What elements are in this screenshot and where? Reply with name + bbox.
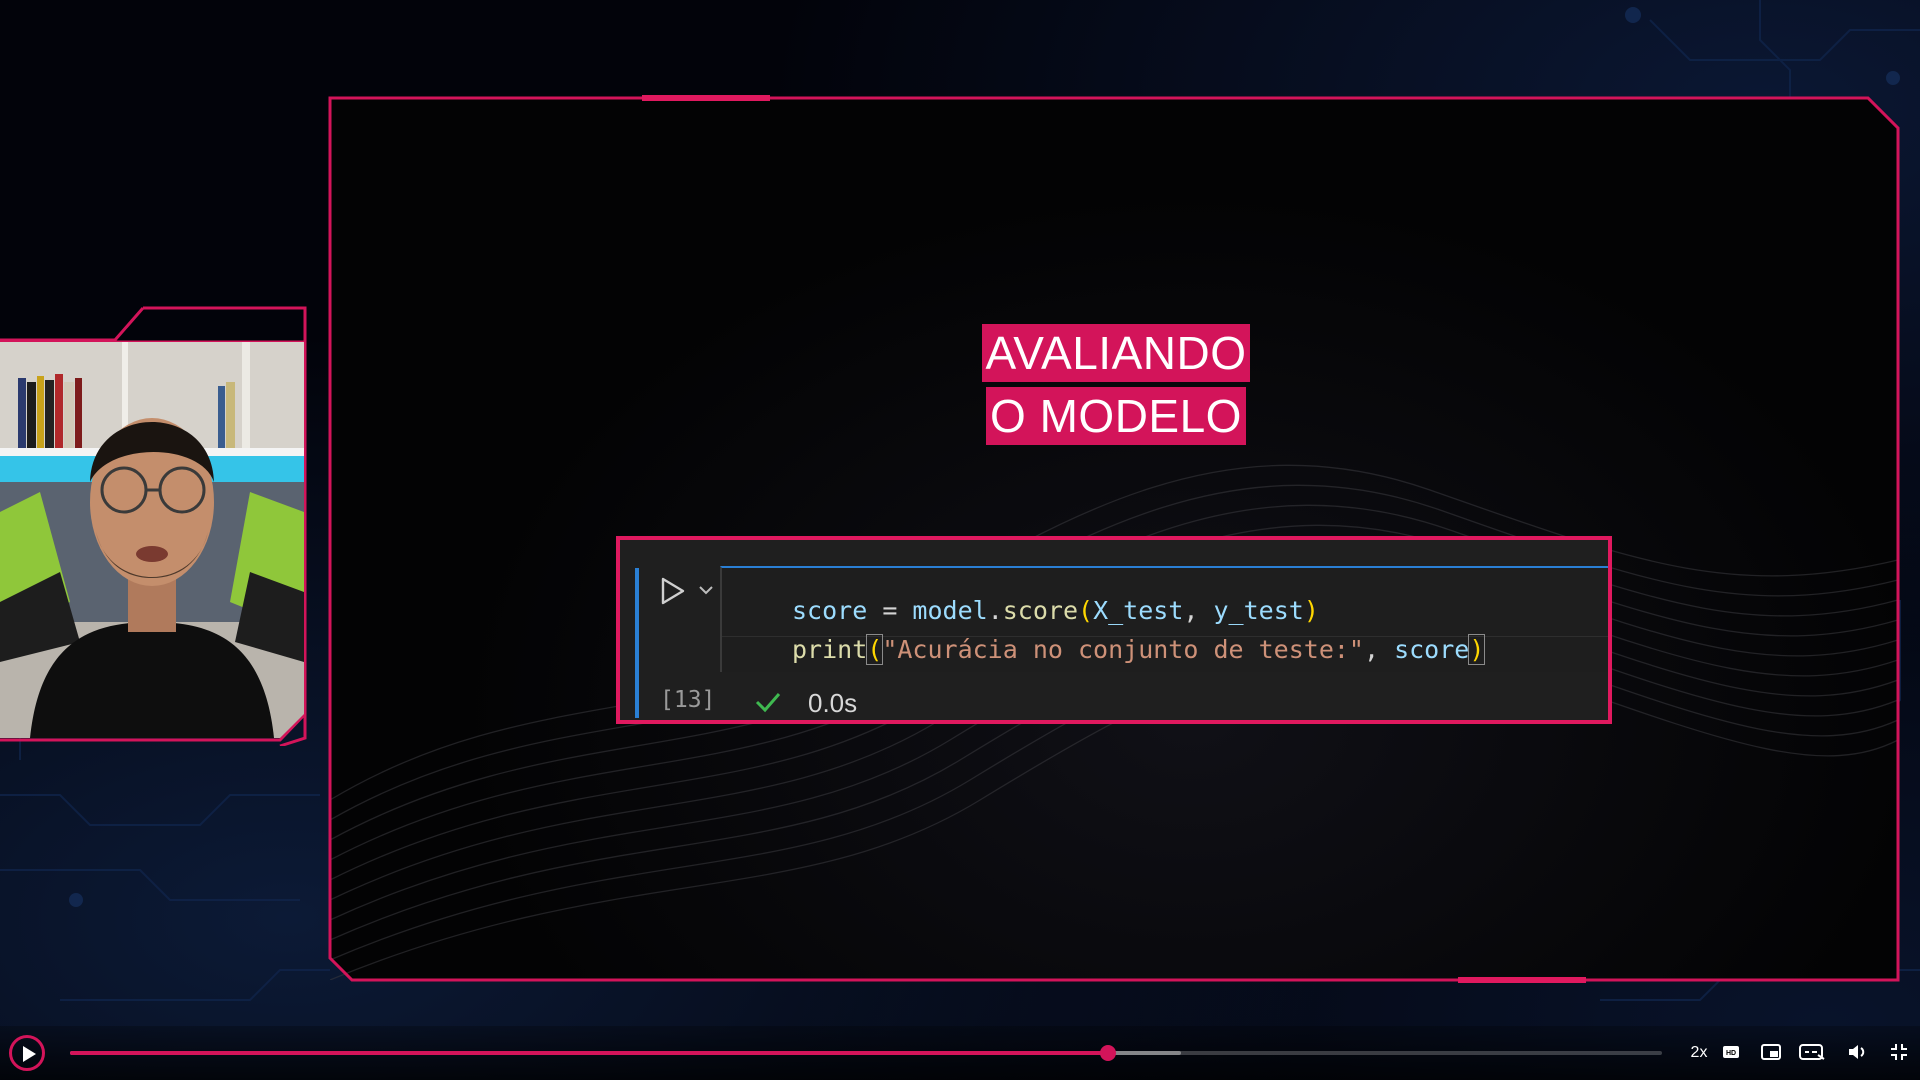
- webcam-feed: [0, 342, 304, 738]
- token: (: [1078, 596, 1094, 625]
- token: y_test: [1213, 596, 1304, 625]
- video-stage: AVALIANDO O MODELO [13] score = model.sc…: [0, 0, 1920, 1080]
- execution-count: [13]: [660, 687, 716, 713]
- token: model: [912, 596, 988, 625]
- token: .: [987, 596, 1003, 625]
- playback-speed-button[interactable]: 2x: [1682, 1040, 1716, 1066]
- token: print: [792, 635, 868, 664]
- slide-title-line-2: O MODELO: [986, 387, 1246, 445]
- svg-text:HD: HD: [1726, 1050, 1736, 1057]
- token: =: [867, 596, 913, 625]
- token: ): [1468, 634, 1486, 665]
- progress-bar[interactable]: [70, 1045, 1662, 1061]
- code-line-1: score = model.score(X_test, y_test): [792, 596, 1319, 625]
- play-triangle-icon[interactable]: [657, 576, 687, 606]
- hd-icon[interactable]: HD: [1720, 1041, 1742, 1063]
- token: score: [1394, 635, 1470, 664]
- player-controls: 2x HD: [0, 1026, 1920, 1080]
- token: "Acurácia no conjunto de teste:": [882, 635, 1364, 664]
- played-range: [70, 1051, 1108, 1055]
- play-icon: [23, 1046, 36, 1062]
- token: ,: [1183, 596, 1214, 625]
- chevron-down-icon[interactable]: [698, 584, 714, 596]
- code-cell-body: [13] score = model.score(X_test, y_test)…: [620, 540, 1608, 720]
- exit-fullscreen-icon[interactable]: [1888, 1041, 1910, 1063]
- token: ,: [1363, 635, 1395, 664]
- checkmark-icon: [755, 693, 781, 713]
- token: score: [1002, 596, 1079, 625]
- volume-icon[interactable]: [1846, 1041, 1870, 1063]
- token: X_test: [1093, 596, 1184, 625]
- code-line-2: print("Acurácia no conjunto de teste:", …: [792, 634, 1486, 665]
- token: (: [866, 634, 884, 665]
- play-button[interactable]: [9, 1035, 45, 1071]
- token: score: [792, 596, 868, 625]
- code-editor: score = model.score(X_test, y_test) prin…: [720, 566, 1608, 672]
- slide-title-line-1: AVALIANDO: [981, 324, 1251, 382]
- token: ): [1303, 596, 1319, 625]
- scrubber-handle[interactable]: [1099, 1045, 1116, 1061]
- captions-icon[interactable]: [1798, 1041, 1826, 1063]
- cell-focus-bar: [635, 568, 639, 718]
- picture-in-picture-icon[interactable]: [1760, 1041, 1782, 1063]
- execution-time: 0.0s: [808, 688, 858, 718]
- code-cell: [13] score = model.score(X_test, y_test)…: [616, 536, 1612, 724]
- slide-title: AVALIANDO O MODELO: [900, 324, 1332, 445]
- presenter-video: [0, 342, 304, 738]
